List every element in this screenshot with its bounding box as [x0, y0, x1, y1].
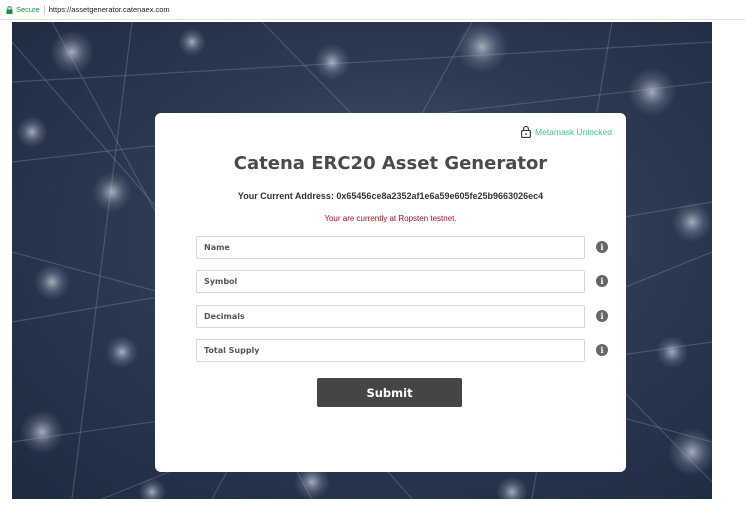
symbol-input[interactable] [196, 270, 585, 293]
decimals-field-row: i [196, 305, 608, 328]
metamask-status-label: Metamask Unlocked [534, 127, 612, 137]
info-icon[interactable]: i [596, 310, 608, 322]
info-icon[interactable]: i [596, 275, 608, 287]
secure-indicator[interactable]: Secure [6, 5, 40, 14]
name-field-row: i [196, 236, 608, 259]
url-divider [43, 4, 45, 15]
metamask-status: Metamask Unlocked [521, 126, 612, 138]
total-supply-input[interactable] [196, 339, 585, 362]
symbol-field-row: i [196, 270, 608, 293]
asset-generator-card: Metamask Unlocked Catena ERC20 Asset Gen… [155, 113, 626, 472]
padlock-icon [6, 5, 13, 14]
address-bar[interactable]: Secure https://assetgenerator.catenaex.c… [0, 0, 745, 20]
network-notice: Your are currently at Ropsten testnet. [324, 214, 457, 223]
info-icon[interactable]: i [596, 241, 608, 253]
secure-label: Secure [16, 5, 40, 14]
total-supply-field-row: i [196, 339, 608, 362]
decimals-input[interactable] [196, 305, 585, 328]
info-icon[interactable]: i [596, 344, 608, 356]
page-title: Catena ERC20 Asset Generator [233, 153, 548, 174]
unlocked-padlock-icon [521, 126, 531, 138]
submit-button[interactable]: Submit [317, 378, 462, 407]
name-input[interactable] [196, 236, 585, 259]
url-text[interactable]: https://assetgenerator.catenaex.com [49, 5, 170, 14]
current-address: Your Current Address: 0x65456ce8a2352af1… [237, 191, 544, 201]
